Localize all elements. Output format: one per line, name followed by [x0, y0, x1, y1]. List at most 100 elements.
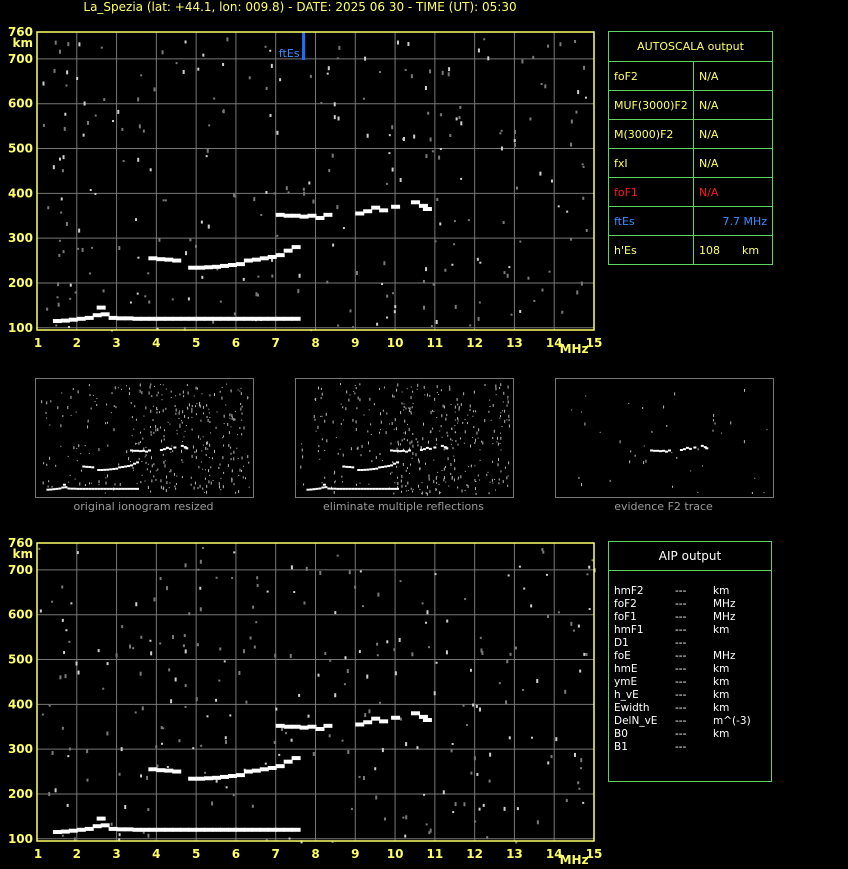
thumb-speckle [333, 473, 335, 475]
thumb-speckle [157, 429, 159, 432]
noise-speckle [61, 585, 64, 589]
noise-speckle [201, 546, 204, 549]
thumb-speckle [202, 468, 204, 470]
thumb-speckle [320, 397, 322, 400]
thumb-trace-point [375, 467, 379, 470]
noise-speckle [200, 220, 203, 224]
thumb-trace-point [136, 461, 140, 464]
ionogram-main-chart: ftEs1 2 3 4 5 6 7 8 9 10 11 12 13 14 15MHz100200300400… [8, 25, 602, 354]
thumb-trace-point [390, 487, 394, 490]
echo-point [371, 716, 381, 721]
x-tick-label: 9 [351, 847, 359, 861]
thumb-speckle [150, 409, 152, 413]
thumb-trace-point [348, 487, 352, 490]
aip-label: ymE [614, 676, 638, 688]
thumb-speckle [129, 461, 131, 463]
thumb-speckle [460, 475, 462, 479]
noise-speckle [478, 301, 481, 304]
thumb-speckle [451, 475, 453, 478]
thumb-speckle [161, 399, 163, 401]
thumb-speckle [342, 453, 344, 457]
noise-speckle [106, 731, 109, 736]
noise-speckle [446, 619, 449, 623]
thumb-speckle [318, 386, 320, 390]
thumb-speckle [495, 394, 497, 396]
thumb-speckle [204, 477, 206, 480]
echo-point [315, 215, 325, 220]
echo-point [219, 774, 229, 779]
noise-speckle [334, 611, 337, 615]
thumb-speckle [55, 464, 57, 467]
thumb-speckle [209, 474, 211, 476]
echo-point [267, 316, 277, 321]
thumb-speckle [237, 389, 239, 391]
noise-speckle [207, 224, 210, 229]
thumb-speckle [175, 487, 177, 490]
thumb-speckle [400, 411, 402, 415]
thumb-speckle [161, 439, 163, 443]
echo-point [68, 828, 78, 833]
thumb-speckle [163, 438, 165, 441]
echo-point [92, 313, 102, 318]
thumb-speckle [349, 394, 351, 396]
thumb-speckle [50, 400, 52, 403]
thumb-trace-point [118, 466, 122, 469]
thumb-speckle [340, 422, 342, 425]
thumb-speckle [205, 454, 207, 457]
thumb-speckle [396, 447, 398, 450]
thumb-speckle [231, 413, 233, 417]
thumb-speckle [67, 455, 69, 457]
thumb-speckle [421, 491, 423, 495]
thumb-speckle [403, 405, 405, 408]
noise-speckle [290, 565, 293, 570]
thumb-speckle [239, 390, 241, 392]
thumb-speckle [419, 467, 421, 470]
thumb-speckle [157, 391, 159, 394]
noise-speckle [585, 652, 588, 656]
thumb-speckle [140, 431, 142, 434]
aip-value: --- [675, 624, 687, 636]
noise-speckle [106, 662, 109, 666]
echo-point [140, 827, 150, 832]
noise-speckle [486, 836, 489, 840]
noise-speckle [394, 671, 397, 676]
thumb-trace-point [664, 450, 668, 453]
thumb-trace-point [387, 465, 391, 468]
thumb-speckle [463, 442, 465, 444]
thumb-speckle [419, 488, 421, 490]
noise-speckle [200, 744, 203, 747]
noise-speckle [51, 600, 54, 603]
noise-speckle [139, 671, 142, 676]
aip-unit: m^(-3) [713, 715, 751, 727]
thumb-speckle [204, 469, 206, 471]
noise-speckle [70, 602, 73, 605]
thumb-speckle [222, 456, 224, 460]
noise-speckle [454, 802, 457, 807]
noise-speckle [57, 302, 60, 307]
thumb-speckle [94, 401, 96, 403]
thumb-speckle [332, 420, 334, 424]
thumb-speckle [160, 479, 162, 483]
noise-speckle [67, 42, 70, 47]
noise-speckle [426, 610, 429, 615]
thumb-speckle [131, 416, 133, 419]
x-tick-label: 9 [351, 336, 359, 350]
thumb-speckle [156, 406, 158, 410]
noise-speckle [405, 742, 408, 747]
thumb-speckle [436, 443, 438, 445]
thumb-speckle [145, 406, 147, 410]
thumb-speckle [454, 411, 456, 413]
thumb-trace-point [354, 487, 358, 490]
echo-point [291, 827, 301, 832]
thumb-speckle [350, 447, 352, 451]
thumb-speckle [492, 443, 494, 445]
thumb-speckle [457, 443, 459, 446]
noise-speckle [256, 576, 259, 580]
thumb-speckle [405, 469, 407, 472]
thumb-speckle [135, 442, 137, 445]
thumb-trace-point [127, 487, 131, 490]
thumb-speckle [140, 481, 142, 484]
noise-speckle [488, 779, 491, 783]
noise-speckle [137, 97, 140, 102]
noise-speckle [156, 764, 159, 768]
